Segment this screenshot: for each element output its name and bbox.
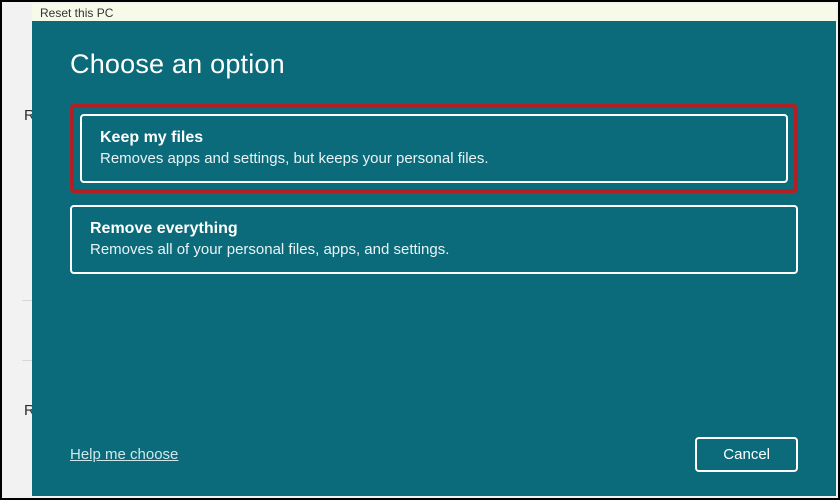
screenshot-frame: R R Reset this PC Choose an option Keep … xyxy=(0,0,840,500)
help-me-choose-link[interactable]: Help me choose xyxy=(70,446,178,463)
option-remove-everything-title: Remove everything xyxy=(90,220,778,238)
reset-pc-dialog: Choose an option Keep my files Removes a… xyxy=(32,21,836,496)
option-remove-everything[interactable]: Remove everything Removes all of your pe… xyxy=(70,205,798,274)
option-keep-my-files-title: Keep my files xyxy=(100,129,768,147)
dialog-window-title: Reset this PC xyxy=(40,6,113,20)
cancel-button[interactable]: Cancel xyxy=(695,437,798,472)
dialog-title-bar: Reset this PC xyxy=(32,4,836,22)
spacer xyxy=(70,292,798,437)
option-keep-my-files-description: Removes apps and settings, but keeps you… xyxy=(100,150,768,167)
option-keep-my-files[interactable]: Keep my files Removes apps and settings,… xyxy=(80,114,788,183)
option-remove-everything-description: Removes all of your personal files, apps… xyxy=(90,241,778,258)
highlighted-selection: Keep my files Removes apps and settings,… xyxy=(70,104,798,193)
dialog-footer: Help me choose Cancel xyxy=(70,437,798,472)
dialog-heading: Choose an option xyxy=(70,49,798,80)
